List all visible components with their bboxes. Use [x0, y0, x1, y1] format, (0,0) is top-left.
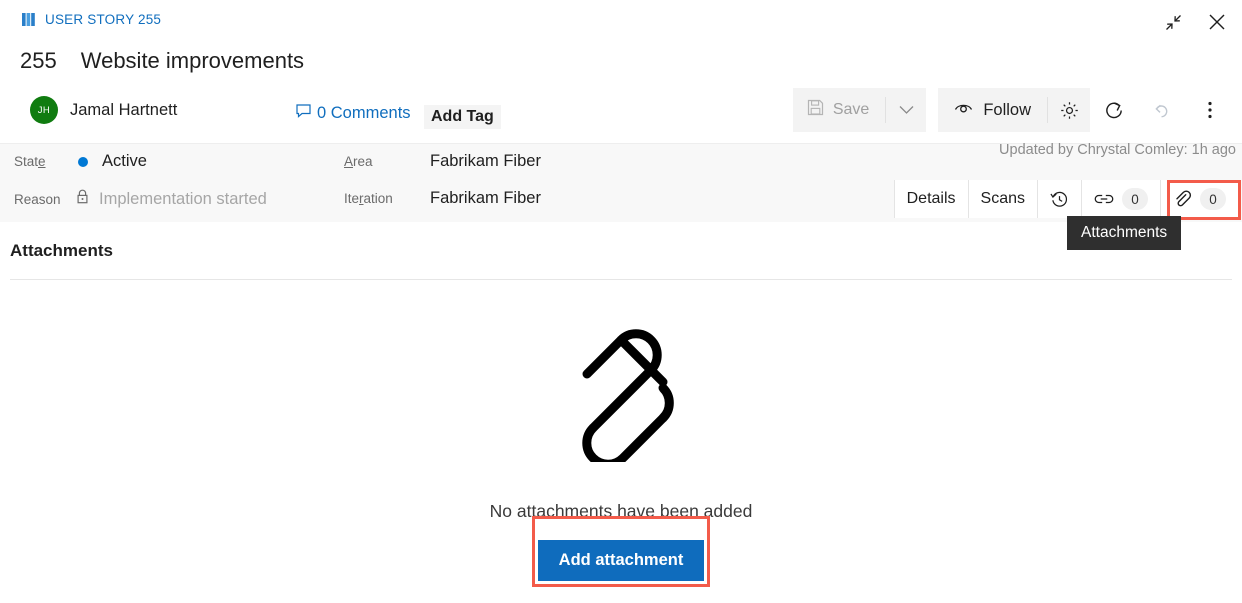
- assignee-row[interactable]: JH Jamal Hartnett: [30, 96, 177, 124]
- attachments-empty-state: No attachments have been added Add attac…: [0, 300, 1242, 587]
- more-vertical-icon: [1208, 101, 1212, 119]
- tab-scans[interactable]: Scans: [967, 180, 1037, 218]
- attachment-icon: [1173, 189, 1192, 209]
- tab-scans-label: Scans: [980, 190, 1025, 207]
- gear-icon: [1060, 101, 1078, 119]
- tab-attachments[interactable]: 0: [1160, 180, 1238, 219]
- user-story-icon: [22, 13, 37, 26]
- tab-attachments-count: 0: [1200, 188, 1226, 210]
- lock-icon: [76, 189, 89, 209]
- save-label: Save: [832, 101, 870, 118]
- add-attachment-wrapper: Add attachment: [531, 516, 711, 587]
- tab-history[interactable]: [1037, 180, 1081, 218]
- work-item-id: 255: [20, 48, 57, 73]
- section-title: Attachments: [10, 241, 113, 260]
- breadcrumb-label: USER STORY 255: [45, 12, 162, 27]
- field-reason-value: Implementation started: [99, 189, 267, 208]
- tab-links[interactable]: 0: [1081, 180, 1160, 218]
- work-item-title[interactable]: Website improvements: [81, 48, 304, 74]
- comments-link[interactable]: 0 Comments: [296, 104, 411, 123]
- comments-label: 0 Comments: [317, 104, 411, 122]
- field-reason: Reason Implementation started: [14, 189, 267, 209]
- state-color-dot: [78, 156, 88, 167]
- assignee-name: Jamal Hartnett: [70, 100, 178, 119]
- tab-details[interactable]: Details: [893, 180, 968, 218]
- avatar: JH: [30, 96, 58, 124]
- chevron-down-icon: [899, 106, 914, 114]
- comment-icon: [296, 104, 311, 123]
- field-area[interactable]: Area Fabrikam Fiber: [344, 152, 541, 171]
- undo-icon: [1154, 104, 1167, 117]
- field-state-value: Active: [102, 152, 147, 170]
- settings-button[interactable]: [1048, 88, 1090, 132]
- work-item-header: USER STORY 255 255 Website improvements …: [0, 0, 1242, 143]
- window-controls: [1156, 6, 1234, 38]
- field-reason-label: Reason: [14, 191, 61, 207]
- follow-button-group: Follow: [938, 88, 1090, 132]
- save-button[interactable]: Save: [793, 88, 885, 132]
- close-button[interactable]: [1200, 6, 1234, 38]
- field-area-label: Area: [344, 154, 373, 169]
- work-item-tab-bar: Details Scans 0 0: [893, 180, 1238, 219]
- work-item-title-row: 255 Website improvements: [20, 48, 304, 74]
- field-iteration-label: Iteration: [344, 191, 393, 206]
- restore-down-button[interactable]: [1156, 6, 1190, 38]
- field-iteration-value: Fabrikam Fiber: [430, 189, 541, 207]
- more-options-button[interactable]: [1186, 88, 1234, 132]
- floppy-disk-icon: [807, 99, 824, 121]
- refresh-button[interactable]: [1090, 88, 1138, 132]
- add-attachment-button[interactable]: Add attachment: [537, 540, 705, 581]
- field-iteration[interactable]: Iteration Fabrikam Fiber: [344, 189, 541, 208]
- history-icon: [1050, 190, 1069, 209]
- field-state[interactable]: State Active: [14, 152, 147, 171]
- empty-state-message: No attachments have been added: [489, 501, 753, 521]
- tab-details-label: Details: [906, 190, 956, 207]
- follow-button[interactable]: Follow: [938, 88, 1047, 132]
- follow-label: Follow: [983, 100, 1031, 119]
- undo-button[interactable]: [1138, 88, 1186, 132]
- field-state-label: State: [14, 154, 46, 169]
- refresh-icon: [1105, 101, 1122, 118]
- paperclip-icon: [565, 322, 677, 469]
- work-item-dialog: USER STORY 255 255 Website improvements …: [0, 0, 1242, 603]
- eye-icon: [954, 101, 973, 120]
- tab-links-count: 0: [1122, 188, 1148, 210]
- link-icon: [1094, 192, 1114, 206]
- add-tag-button[interactable]: Add Tag: [424, 105, 501, 129]
- work-item-toolbar: Save Follow: [792, 88, 1234, 132]
- breadcrumb[interactable]: USER STORY 255: [22, 12, 161, 27]
- field-area-value: Fabrikam Fiber: [430, 152, 541, 170]
- attachments-tooltip: Attachments: [1067, 216, 1182, 250]
- section-divider: [10, 279, 1232, 280]
- updated-by-status: Updated by Chrystal Comley: 1h ago: [999, 142, 1236, 158]
- save-button-group: Save: [792, 88, 927, 132]
- save-options-button[interactable]: [886, 88, 926, 132]
